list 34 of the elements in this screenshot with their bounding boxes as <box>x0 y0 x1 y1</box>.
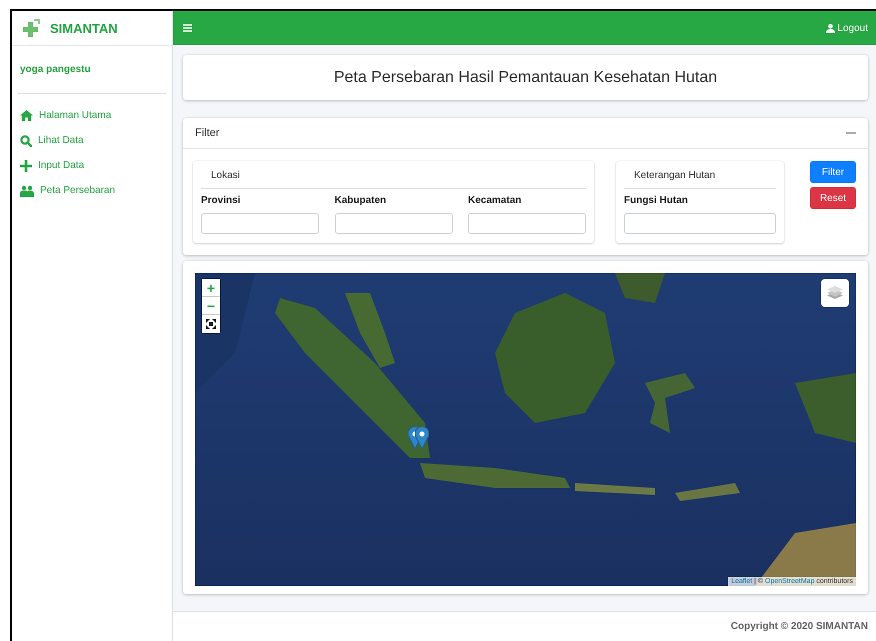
fullscreen-icon <box>206 319 216 329</box>
logout-link[interactable]: Logout <box>826 22 868 34</box>
field-label: Kecamatan <box>468 195 522 206</box>
input-field[interactable] <box>468 213 586 234</box>
sidebar-item[interactable]: Lihat Data <box>20 131 164 150</box>
field-label: Fungsi Hutan <box>624 195 689 206</box>
people-map-icon <box>20 184 34 196</box>
input-field[interactable] <box>624 213 776 234</box>
field-label: Kabupaten <box>334 195 388 206</box>
copyright-text: Copyright © 2020 SIMANTAN <box>730 621 868 632</box>
sidebar-item[interactable]: Peta Persebaran <box>20 181 164 200</box>
user-name: yoga pangestu <box>20 64 91 75</box>
reset-button[interactable]: Reset <box>810 187 856 209</box>
input-field[interactable] <box>201 213 319 234</box>
sidebar-item[interactable]: Input Data <box>20 156 164 175</box>
group-title: Keterangan Hutan <box>624 161 776 189</box>
sidebar-item[interactable]: Halaman Utama <box>20 106 164 125</box>
map-marker-icon[interactable] <box>415 427 429 449</box>
home-icon <box>20 110 33 121</box>
zoom-in-button[interactable]: + <box>202 279 220 297</box>
menu-icon[interactable] <box>183 24 192 32</box>
user-icon <box>826 24 836 32</box>
page-title: Peta Persebaran Hasil Pemantauan Kesehatan Hutan <box>334 68 718 86</box>
layers-button[interactable] <box>821 279 849 307</box>
input-field[interactable] <box>334 213 452 234</box>
logo-icon <box>22 19 42 37</box>
brand-name: SIMANTAN <box>50 20 118 36</box>
filter-button[interactable]: Filter <box>810 161 856 183</box>
layers-icon <box>827 286 843 300</box>
plus-icon <box>20 160 32 172</box>
field-label: Provinsi <box>201 195 242 206</box>
card-title: Filter <box>195 127 220 139</box>
group-title: Lokasi <box>201 161 586 189</box>
search-icon <box>20 134 32 146</box>
